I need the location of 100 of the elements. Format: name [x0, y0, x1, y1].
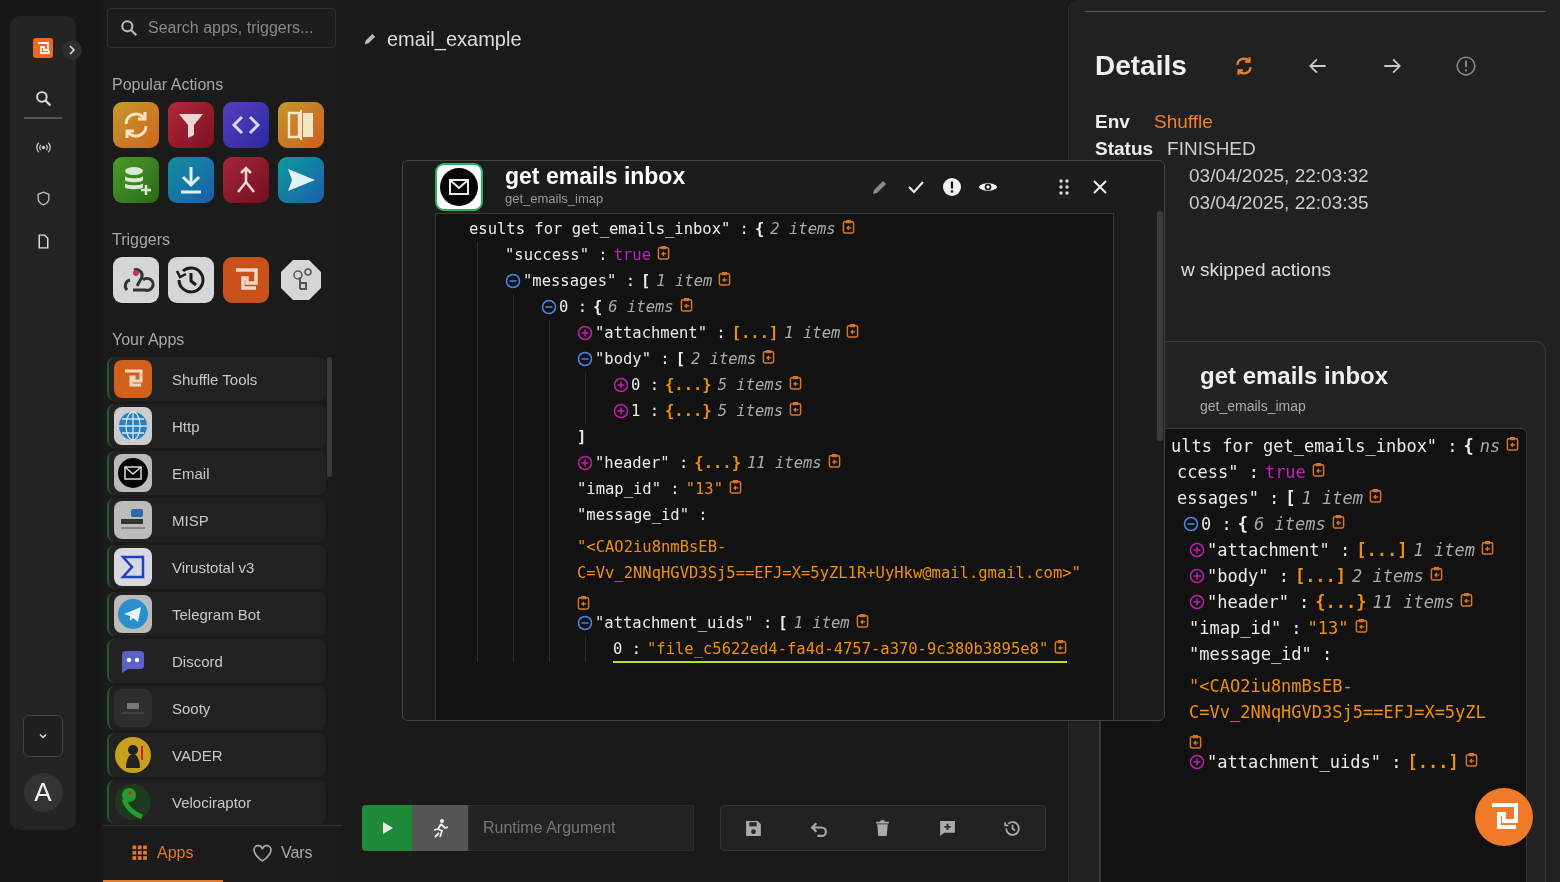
globe-icon: [114, 407, 152, 445]
clipboard-icon[interactable]: [718, 271, 732, 286]
plus-circle-icon[interactable]: [577, 325, 593, 341]
clipboard-icon[interactable]: [1189, 734, 1202, 749]
app-list-item[interactable]: Shuffle Tools: [107, 357, 326, 401]
clipboard-icon[interactable]: [1311, 462, 1325, 477]
search-icon[interactable]: [34, 90, 52, 107]
clipboard-icon[interactable]: [1331, 514, 1345, 529]
json-key: "message_id" :: [577, 502, 708, 528]
dialog-title: get emails inbox: [505, 163, 686, 189]
clipboard-icon[interactable]: [1054, 639, 1068, 654]
plus-circle-icon[interactable]: [613, 403, 629, 419]
split-view-icon[interactable]: [278, 102, 324, 148]
sidebar-tab[interactable]: Apps: [103, 826, 223, 882]
plus-circle-icon[interactable]: [1189, 568, 1205, 584]
minus-circle-icon[interactable]: [577, 351, 593, 367]
code-icon[interactable]: [223, 102, 269, 148]
clipboard-icon[interactable]: [729, 479, 742, 494]
plus-circle-icon[interactable]: [1189, 594, 1205, 610]
send-icon[interactable]: [278, 157, 324, 203]
pencil-icon[interactable]: [362, 32, 377, 47]
item-count: 5 items: [717, 375, 783, 396]
minus-circle-icon[interactable]: [577, 615, 593, 631]
plus-circle-icon[interactable]: [1189, 542, 1205, 558]
item-count: 1 item: [793, 613, 850, 634]
app-list-item[interactable]: Sooty: [107, 686, 326, 730]
search-field[interactable]: Search apps, triggers...: [107, 8, 336, 48]
clipboard-icon[interactable]: [1464, 752, 1478, 767]
item-count: 11 items: [1372, 591, 1455, 614]
app-list-item[interactable]: VADER: [107, 733, 326, 777]
minus-circle-icon[interactable]: [505, 273, 521, 289]
skipped-actions-toggle[interactable]: w skipped actions: [1181, 259, 1546, 281]
sidebar-tab[interactable]: Vars: [222, 826, 342, 882]
database-add-icon[interactable]: [113, 157, 159, 203]
plus-circle-icon[interactable]: [613, 377, 629, 393]
info-icon[interactable]: [1454, 55, 1477, 77]
alert-icon[interactable]: [942, 177, 962, 197]
json-bracket: [...]: [1294, 565, 1347, 588]
json-bracket: {...}: [1315, 591, 1367, 614]
json-bracket: {: [1237, 513, 1248, 536]
json-bracket: [: [1285, 487, 1296, 510]
section-title: Popular Actions: [112, 76, 225, 94]
app-list-item[interactable]: Email: [107, 451, 326, 495]
clipboard-icon[interactable]: [1460, 592, 1474, 607]
clipboard-icon[interactable]: [577, 595, 590, 610]
clipboard-icon[interactable]: [1506, 436, 1520, 451]
history-icon[interactable]: [168, 257, 214, 303]
json-bracket: [...]: [1356, 539, 1408, 562]
array-index: 0 :: [631, 375, 659, 396]
workflow-title: email_example: [387, 28, 522, 51]
clipboard-icon[interactable]: [1480, 540, 1494, 555]
clipboard-icon[interactable]: [1354, 618, 1368, 633]
app-list-item[interactable]: Virustotal v3: [107, 545, 326, 589]
app-list-item[interactable]: MISP: [107, 498, 326, 542]
section-title: Triggers: [112, 231, 172, 249]
runtime-argument-field[interactable]: Runtime Argument: [468, 805, 694, 851]
shuffle-logo-icon[interactable]: [223, 257, 269, 303]
field-label: Status: [1095, 137, 1154, 161]
field-value: FINISHED: [1167, 137, 1256, 161]
json-key: "attachment_uids" :: [1207, 749, 1402, 775]
clipboard-icon[interactable]: [1429, 566, 1443, 581]
json-bracket: {...}: [665, 375, 712, 396]
clipboard-icon[interactable]: [679, 297, 693, 312]
envelope-icon: [435, 163, 483, 211]
app-list-item[interactable]: Telegram Bot: [107, 592, 326, 636]
runner-button[interactable]: [412, 805, 468, 851]
json-key: "success" :: [505, 242, 608, 268]
refresh-icon[interactable]: [113, 102, 159, 148]
clipboard-icon[interactable]: [855, 613, 869, 628]
plus-circle-icon[interactable]: [1189, 754, 1205, 770]
minus-circle-icon[interactable]: [1183, 516, 1199, 532]
app-list-item[interactable]: Http: [107, 404, 326, 448]
save-icon[interactable]: [743, 818, 763, 838]
json-key: "header" :: [1207, 589, 1310, 615]
json-value: "<CAO2iu8nmBsEB-C=Vv_2NNqHGVD3Sj5==EFJ=X=5yZL: [1189, 675, 1487, 724]
user-avatar[interactable]: A: [23, 773, 63, 812]
app-list-item[interactable]: Velociraptor: [107, 780, 326, 824]
webhook-icon[interactable]: [113, 257, 159, 303]
clipboard-icon[interactable]: [762, 349, 776, 364]
clipboard-icon[interactable]: [841, 219, 855, 234]
app-list-item[interactable]: Discord: [107, 639, 326, 683]
minus-circle-icon[interactable]: [541, 299, 557, 315]
download-icon[interactable]: [168, 157, 214, 203]
clipboard-icon[interactable]: [827, 453, 841, 468]
shield-icon[interactable]: [34, 190, 52, 207]
chevron-right-icon[interactable]: [62, 40, 82, 60]
filter-icon[interactable]: [168, 102, 214, 148]
json-bracket: ]: [577, 427, 587, 448]
clipboard-icon[interactable]: [1369, 488, 1383, 503]
clipboard-icon[interactable]: [846, 323, 860, 338]
add-comment-icon[interactable]: [938, 818, 958, 838]
plus-circle-icon[interactable]: [577, 455, 593, 471]
shuffle-logo-icon[interactable]: [1475, 788, 1533, 846]
clipboard-icon[interactable]: [789, 401, 802, 416]
history-icon[interactable]: [1003, 818, 1023, 838]
array-index: 0 :: [613, 639, 641, 660]
clipboard-icon[interactable]: [789, 375, 802, 390]
clipboard-icon[interactable]: [657, 245, 670, 260]
json-bracket: [...]: [1407, 751, 1459, 774]
run-button[interactable]: [362, 805, 412, 851]
